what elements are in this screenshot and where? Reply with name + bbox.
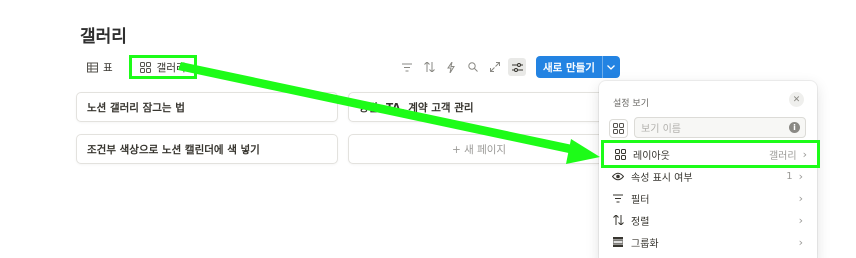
filter-icon — [612, 192, 624, 204]
gallery-card[interactable]: 조건부 색상으로 노션 캘린더에 색 넣기 — [76, 134, 338, 164]
menu-item-label: 속성 표시 여부 — [631, 172, 693, 184]
close-icon[interactable]: ✕ — [789, 92, 804, 107]
menu-item-label: 정렬 — [631, 216, 650, 228]
eye-icon — [612, 170, 624, 182]
chevron-down-icon[interactable] — [601, 56, 620, 78]
view-name-input[interactable]: 보기 이름 i — [634, 117, 806, 138]
menu-item-group[interactable]: 그룹화 › — [599, 231, 817, 253]
automation-icon[interactable] — [442, 58, 460, 76]
view-tabs: 표 갤러리 — [82, 55, 197, 79]
view-settings-panel: 설정 보기 ✕ 보기 이름 i 레이아웃 갤러리 › 속성 표시 여부 1 › … — [599, 81, 820, 258]
view-tab-table[interactable]: 표 — [82, 57, 117, 77]
page-title: 갤러리 — [80, 27, 127, 47]
expand-icon[interactable] — [486, 58, 504, 76]
gallery-icon — [140, 61, 152, 73]
view-tab-gallery[interactable]: 갤러리 — [128, 55, 197, 79]
gallery-card[interactable]: 노션 갤러리 잠그는 법 — [76, 92, 338, 122]
view-name-placeholder: 보기 이름 — [641, 124, 681, 135]
chevron-right-icon: › — [798, 235, 803, 249]
gallery-icon — [614, 148, 626, 160]
sort-icon[interactable] — [420, 58, 438, 76]
view-tab-gallery-label: 갤러리 — [156, 61, 186, 74]
sort-icon — [612, 214, 624, 226]
info-icon: i — [789, 122, 800, 133]
gallery-card-title: 조건부 색상으로 노션 캘린더에 색 넣기 — [87, 143, 260, 156]
menu-item-value: 갤러리 — [768, 150, 797, 162]
chevron-right-icon: › — [798, 213, 803, 227]
new-button-label: 새로 만들기 — [543, 61, 595, 74]
search-icon[interactable] — [464, 58, 482, 76]
new-page-button[interactable]: + 새 페이지 — [348, 134, 610, 164]
view-tab-table-label: 표 — [103, 61, 113, 74]
menu-item-sort[interactable]: 정렬 › — [599, 209, 817, 231]
table-icon — [86, 61, 98, 73]
gallery-card[interactable]: 상담, TA, 계약 고객 관리 — [348, 92, 610, 122]
chevron-right-icon: › — [798, 191, 803, 205]
menu-item-property-visibility[interactable]: 속성 표시 여부 1 › — [599, 165, 817, 187]
panel-title: 설정 보기 — [613, 99, 649, 109]
gallery-card-title: 상담, TA, 계약 고객 관리 — [359, 101, 474, 114]
group-icon — [612, 236, 624, 248]
view-icon-picker[interactable] — [609, 119, 628, 138]
new-button[interactable]: 새로 만들기 — [536, 56, 620, 78]
menu-item-label: 그룹화 — [631, 238, 659, 250]
new-page-label: + 새 페이지 — [451, 143, 507, 156]
menu-item-value: 1 — [786, 170, 793, 182]
chevron-right-icon: › — [798, 169, 803, 183]
gallery-card-title: 노션 갤러리 잠그는 법 — [87, 101, 185, 114]
menu-item-label: 필터 — [631, 194, 650, 206]
database-toolbar: 새로 만들기 — [398, 56, 620, 78]
settings-icon[interactable] — [508, 58, 526, 76]
menu-item-layout[interactable]: 레이아웃 갤러리 › — [601, 140, 820, 168]
filter-icon[interactable] — [398, 58, 416, 76]
menu-item-filter[interactable]: 필터 › — [599, 187, 817, 209]
chevron-right-icon: › — [802, 147, 807, 161]
menu-item-label: 레이아웃 — [633, 150, 670, 162]
